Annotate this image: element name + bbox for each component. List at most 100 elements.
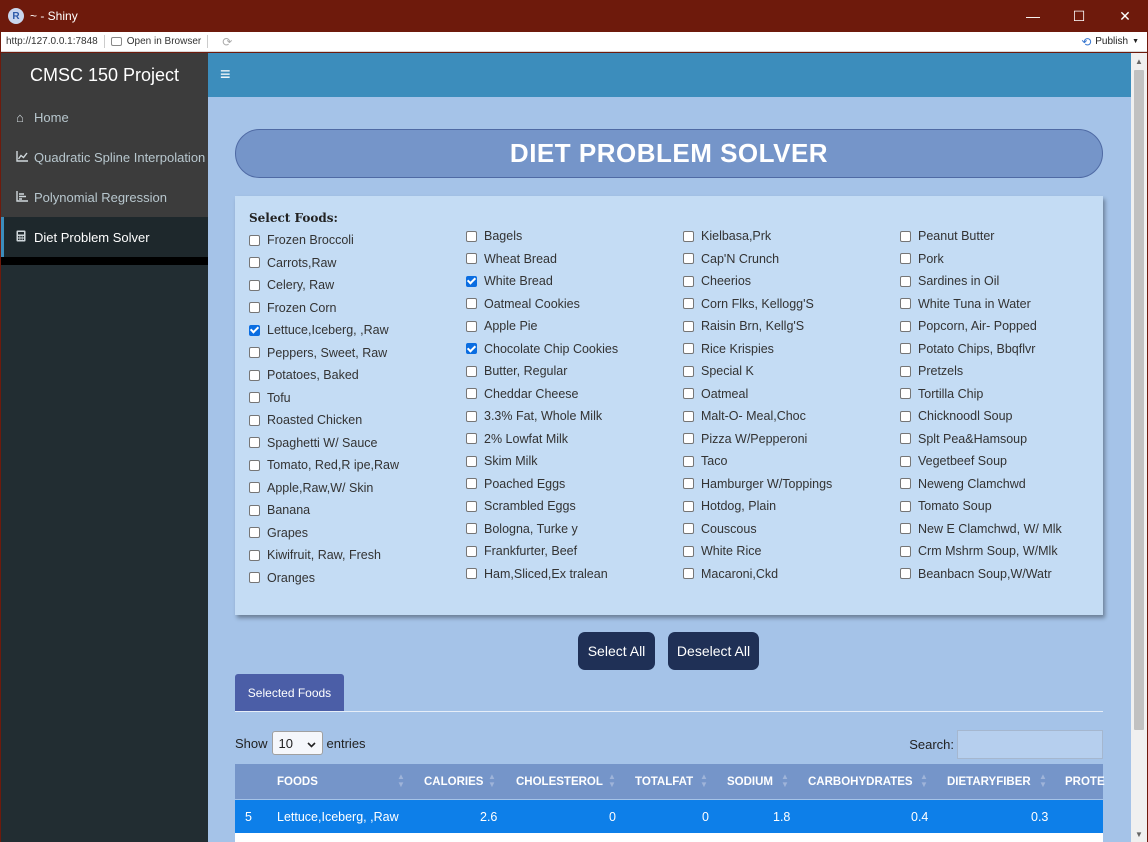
checkbox[interactable] [900,365,911,377]
food-checkbox-item[interactable]: Oranges [249,567,399,590]
food-checkbox-item[interactable]: Celery, Raw [249,274,399,297]
scroll-down-icon[interactable]: ▼ [1131,826,1147,842]
food-checkbox-item[interactable]: Peppers, Sweet, Raw [249,342,399,365]
checkbox[interactable] [466,523,477,535]
food-checkbox-item[interactable]: Vegetbeef Soup [900,450,1062,473]
scroll-up-icon[interactable]: ▲ [1131,53,1147,69]
food-checkbox-item[interactable]: Chocolate Chip Cookies [466,338,618,361]
food-checkbox-item[interactable]: White Tuna in Water [900,293,1062,316]
food-checkbox-item[interactable]: Macaroni,Ckd [683,563,832,586]
checkbox[interactable] [466,253,477,265]
checkbox[interactable] [466,365,477,377]
food-checkbox-item[interactable]: Special K [683,360,832,383]
checkbox[interactable] [683,230,694,242]
vertical-scrollbar[interactable]: ▲ ▼ [1131,53,1147,842]
column-header-sodium[interactable]: SODIUM [727,764,773,799]
food-checkbox-item[interactable]: Apple,Raw,W/ Skin [249,477,399,500]
tab-selected-foods[interactable]: Selected Foods [235,674,344,711]
checkbox[interactable] [249,257,260,269]
food-checkbox-item[interactable]: Hamburger W/Toppings [683,473,832,496]
food-checkbox-item[interactable]: Oatmeal [683,383,832,406]
food-checkbox-item[interactable]: Beanbacn Soup,W/Watr [900,563,1062,586]
food-checkbox-item[interactable]: Raisin Brn, Kellg'S [683,315,832,338]
checkbox[interactable] [466,343,477,355]
checkbox[interactable] [900,568,911,580]
food-checkbox-item[interactable]: Malt-O- Meal,Choc [683,405,832,428]
food-checkbox-item[interactable]: Frankfurter, Beef [466,540,618,563]
column-header-cholesterol[interactable]: CHOLESTEROL [516,764,603,799]
checkbox[interactable] [900,433,911,445]
close-button[interactable]: ✕ [1102,0,1148,32]
checkbox[interactable] [249,279,260,291]
food-checkbox-item[interactable]: Wheat Bread [466,248,618,271]
checkbox[interactable] [683,478,694,490]
checkbox[interactable] [466,455,477,467]
checkbox[interactable] [249,572,260,584]
food-checkbox-item[interactable]: Taco [683,450,832,473]
checkbox[interactable] [900,275,911,287]
checkbox[interactable] [683,388,694,400]
checkbox[interactable] [466,410,477,422]
checkbox[interactable] [683,343,694,355]
food-checkbox-item[interactable]: Roasted Chicken [249,409,399,432]
checkbox[interactable] [249,302,260,314]
checkbox[interactable] [249,527,260,539]
food-checkbox-item[interactable]: Potatoes, Baked [249,364,399,387]
checkbox[interactable] [683,523,694,535]
checkbox[interactable] [249,347,260,359]
column-header-protein[interactable]: PROTE [1065,764,1105,799]
food-checkbox-item[interactable]: Poached Eggs [466,473,618,496]
food-checkbox-item[interactable]: Ham,Sliced,Ex tralean [466,563,618,586]
publish-button[interactable]: ⟲ Publish ▼ [1081,35,1139,49]
checkbox[interactable] [466,433,477,445]
food-checkbox-item[interactable]: Crm Mshrm Soup, W/Mlk [900,540,1062,563]
table-row[interactable]: 5 Lettuce,Iceberg, ,Raw 2.6 0 0 1.8 0.4 … [235,800,1103,833]
checkbox[interactable] [683,365,694,377]
food-checkbox-item[interactable]: Cap'N Crunch [683,248,832,271]
checkbox[interactable] [466,275,477,287]
food-checkbox-item[interactable]: Lettuce,Iceberg, ,Raw [249,319,399,342]
checkbox[interactable] [900,523,911,535]
checkbox[interactable] [900,320,911,332]
food-checkbox-item[interactable]: Hotdog, Plain [683,495,832,518]
food-checkbox-item[interactable]: Skim Milk [466,450,618,473]
checkbox[interactable] [466,388,477,400]
checkbox[interactable] [683,410,694,422]
refresh-icon[interactable]: ⟳ [222,35,232,49]
sidebar-item-polynomial-regression[interactable]: Polynomial Regression [1,177,208,217]
food-checkbox-item[interactable]: Cheerios [683,270,832,293]
checkbox[interactable] [900,343,911,355]
food-checkbox-item[interactable]: Banana [249,499,399,522]
checkbox[interactable] [249,414,260,426]
food-checkbox-item[interactable]: Potato Chips, Bbqflvr [900,338,1062,361]
food-checkbox-item[interactable]: White Rice [683,540,832,563]
checkbox[interactable] [683,320,694,332]
checkbox[interactable] [249,324,260,336]
sidebar-item-quadratic-spline[interactable]: Quadratic Spline Interpolation [1,137,208,177]
food-checkbox-item[interactable]: Pizza W/Pepperoni [683,428,832,451]
checkbox[interactable] [249,392,260,404]
checkbox[interactable] [249,369,260,381]
food-checkbox-item[interactable]: Tomato Soup [900,495,1062,518]
food-checkbox-item[interactable]: Peanut Butter [900,225,1062,248]
food-checkbox-item[interactable]: Carrots,Raw [249,252,399,275]
checkbox[interactable] [249,437,260,449]
deselect-all-button[interactable]: Deselect All [668,632,759,670]
column-header-carbohydrates[interactable]: CARBOHYDRATES [808,764,913,799]
food-checkbox-item[interactable]: Tomato, Red,R ipe,Raw [249,454,399,477]
maximize-button[interactable]: ☐ [1056,0,1102,32]
checkbox[interactable] [900,253,911,265]
food-checkbox-item[interactable]: Sardines in Oil [900,270,1062,293]
checkbox[interactable] [900,410,911,422]
entries-select[interactable]: 10 [271,731,323,755]
food-checkbox-item[interactable]: Couscous [683,518,832,541]
food-checkbox-item[interactable]: New E Clamchwd, W/ Mlk [900,518,1062,541]
column-header-totalfat[interactable]: TOTALFAT [635,764,693,799]
search-input[interactable] [957,730,1103,759]
checkbox[interactable] [683,545,694,557]
food-checkbox-item[interactable]: Pork [900,248,1062,271]
food-checkbox-item[interactable]: Oatmeal Cookies [466,293,618,316]
checkbox[interactable] [466,478,477,490]
checkbox[interactable] [249,504,260,516]
checkbox[interactable] [900,388,911,400]
